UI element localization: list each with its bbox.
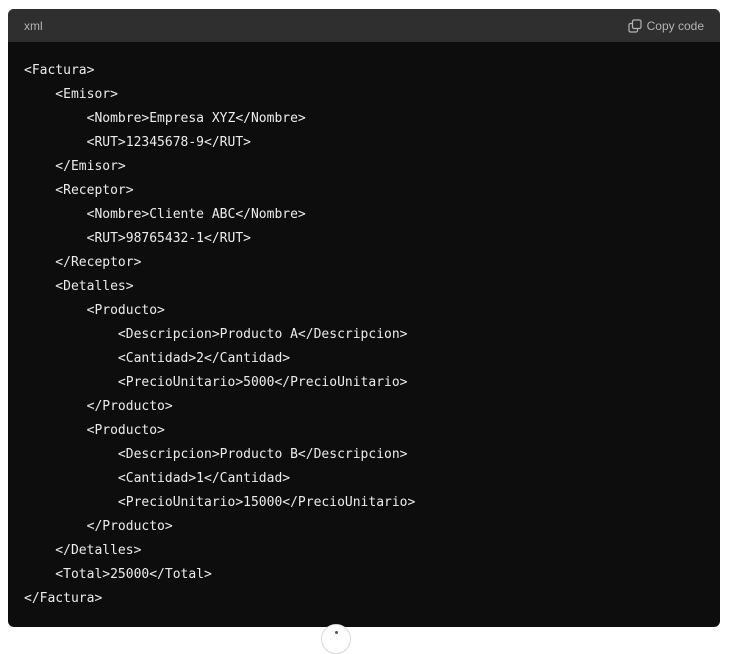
code-line: <PrecioUnitario>15000</PrecioUnitario> xyxy=(24,495,416,510)
code-line: </Detalles> xyxy=(24,543,142,558)
code-line: <Descripcion>Producto A</Descripcion> xyxy=(24,327,408,342)
code-line: </Receptor> xyxy=(24,255,142,270)
code-line: <Total>25000</Total> xyxy=(24,567,212,582)
code-line: </Factura> xyxy=(24,591,103,606)
code-line: <Producto> xyxy=(24,303,165,318)
copy-icon xyxy=(628,18,642,33)
code-content[interactable]: <Factura> <Emisor> <Nombre>Empresa XYZ</… xyxy=(8,42,720,611)
code-line: <Nombre>Cliente ABC</Nombre> xyxy=(24,207,306,222)
code-line: <RUT>98765432-1</RUT> xyxy=(24,231,251,246)
code-line: </Producto> xyxy=(24,399,173,414)
code-line: <Descripcion>Producto B</Descripcion> xyxy=(24,447,408,462)
code-line: <PrecioUnitario>5000</PrecioUnitario> xyxy=(24,375,408,390)
code-block: xml Copy code <Factura> <Emisor> <Nombre… xyxy=(8,9,720,627)
code-line: <Producto> xyxy=(24,423,165,438)
code-line: </Emisor> xyxy=(24,159,126,174)
code-line: </Producto> xyxy=(24,519,173,534)
copy-code-button[interactable]: Copy code xyxy=(628,19,704,33)
code-line: <RUT>12345678-9</RUT> xyxy=(24,135,251,150)
code-line: <Factura> xyxy=(24,63,95,78)
code-line: <Emisor> xyxy=(24,87,118,102)
scroll-down-button[interactable] xyxy=(321,624,351,654)
code-line: <Cantidad>2</Cantidad> xyxy=(24,351,291,366)
code-line: <Detalles> xyxy=(24,279,134,294)
code-line: <Receptor> xyxy=(24,183,134,198)
code-line: <Cantidad>1</Cantidad> xyxy=(24,471,291,486)
code-block-header: xml Copy code xyxy=(8,9,720,42)
language-label: xml xyxy=(24,18,43,33)
copy-code-label: Copy code xyxy=(646,18,704,33)
code-line: <Nombre>Empresa XYZ</Nombre> xyxy=(24,111,306,126)
